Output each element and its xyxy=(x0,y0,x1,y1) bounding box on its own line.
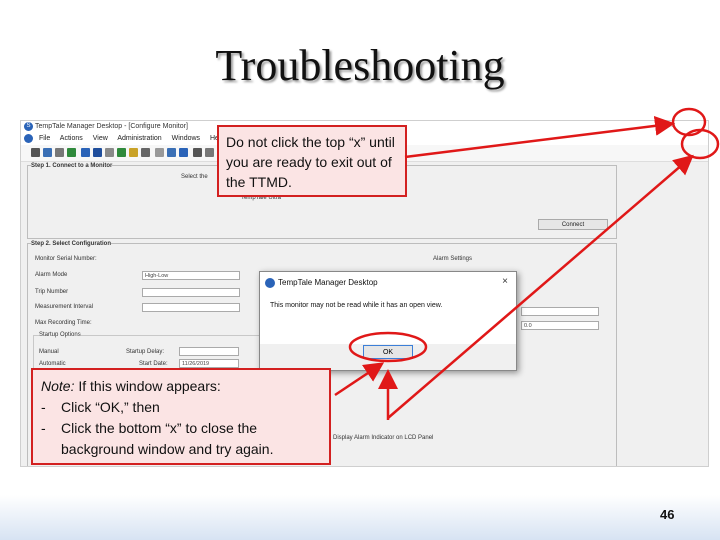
slide-footer-gradient xyxy=(0,495,720,540)
dialog-title: TempTale Manager Desktop xyxy=(278,278,378,287)
note-item-text: Click the bottom “x” to close the backgr… xyxy=(61,420,274,457)
page-number: 46 xyxy=(660,507,675,522)
step1-label: Step 1. Connect to a Monitor xyxy=(31,163,113,169)
print-icon[interactable] xyxy=(55,148,64,157)
warning-dialog: TempTale Manager Desktop × This monitor … xyxy=(259,271,517,371)
settings-icon[interactable] xyxy=(193,148,202,157)
start-date-input[interactable]: 11/26/2019 xyxy=(179,359,239,368)
bullet-dash: - xyxy=(41,399,46,415)
list-icon[interactable] xyxy=(155,148,164,157)
note-heading: Note: If this window appears: xyxy=(41,376,321,397)
max-recording-label: Max Recording Time: xyxy=(35,320,92,326)
dialog-title-bar: TempTale Manager Desktop xyxy=(260,272,516,294)
report-icon[interactable] xyxy=(67,148,76,157)
menu-file[interactable]: File xyxy=(39,135,50,142)
alarm-settings-label: Alarm Settings xyxy=(433,256,473,262)
menu-administration[interactable]: Administration xyxy=(117,135,161,142)
connect-button[interactable]: Connect xyxy=(538,219,608,230)
start-date-label: Start Date: xyxy=(139,361,168,367)
monitor-icon[interactable] xyxy=(93,148,102,157)
bullet-dash: - xyxy=(41,420,46,436)
menu-app-icon xyxy=(24,134,33,143)
dialog-app-icon xyxy=(265,278,275,288)
app-logo-icon: S xyxy=(24,122,33,131)
dialog-message: This monitor may not be read while it ha… xyxy=(270,302,443,309)
note-text: If this window appears: xyxy=(74,378,221,394)
measurement-interval-label: Measurement Interval xyxy=(35,304,94,310)
manual-radio[interactable]: Manual xyxy=(39,349,59,355)
monitor-serial-label: Monitor Serial Number: xyxy=(35,256,97,262)
dialog-ok-button[interactable]: OK xyxy=(363,345,413,359)
automatic-radio[interactable]: Automatic xyxy=(39,361,66,367)
measurement-interval-select[interactable] xyxy=(142,303,240,312)
folder-icon[interactable] xyxy=(129,148,138,157)
connect-icon[interactable] xyxy=(81,148,90,157)
window-close-icon[interactable]: × xyxy=(671,121,676,130)
menu-view[interactable]: View xyxy=(93,135,108,142)
alarm-mode-select[interactable]: High-Low xyxy=(142,271,240,280)
alarm-select[interactable] xyxy=(521,307,599,316)
startup-options-label: Startup Options xyxy=(39,332,81,338)
note-callout: Note: If this window appears: - Click “OK… xyxy=(31,368,331,465)
info-icon[interactable] xyxy=(205,148,214,157)
open-icon[interactable] xyxy=(31,148,40,157)
alarm-value-input[interactable]: 0.0 xyxy=(521,321,599,330)
help-icon[interactable] xyxy=(179,148,188,157)
note-item: - Click “OK,” then xyxy=(41,397,321,418)
config-icon[interactable] xyxy=(105,148,114,157)
doc-icon[interactable] xyxy=(141,148,150,157)
chart-icon[interactable] xyxy=(117,148,126,157)
dialog-body: This monitor may not be read while it ha… xyxy=(260,294,516,344)
menu-actions[interactable]: Actions xyxy=(60,135,83,142)
slide-title: Troubleshooting xyxy=(215,41,505,90)
top-x-callout: Do not click the top “x” until you are r… xyxy=(217,125,407,197)
trip-number-label: Trip Number xyxy=(35,289,69,295)
note-item-text: Click “OK,” then xyxy=(61,399,160,415)
trip-number-input[interactable] xyxy=(142,288,240,297)
note-label: Note: xyxy=(41,378,75,394)
alarm-mode-label: Alarm Mode xyxy=(35,272,68,278)
startup-delay-label: Startup Delay: xyxy=(126,349,165,355)
app-window-title: TempTale Manager Desktop - [Configure Mo… xyxy=(35,123,188,130)
dialog-close-icon[interactable]: × xyxy=(502,276,508,287)
startup-delay-input[interactable] xyxy=(179,347,239,356)
save-icon[interactable] xyxy=(43,148,52,157)
select-prompt: Select the xyxy=(181,174,208,180)
menu-windows[interactable]: Windows xyxy=(172,135,200,142)
step2-label: Step 2. Select Configuration xyxy=(31,241,112,247)
note-item: - Click the bottom “x” to close the backg… xyxy=(41,418,321,460)
user-icon[interactable] xyxy=(167,148,176,157)
lcd-alarm-label: Display Alarm Indicator on LCD Panel xyxy=(333,435,434,441)
